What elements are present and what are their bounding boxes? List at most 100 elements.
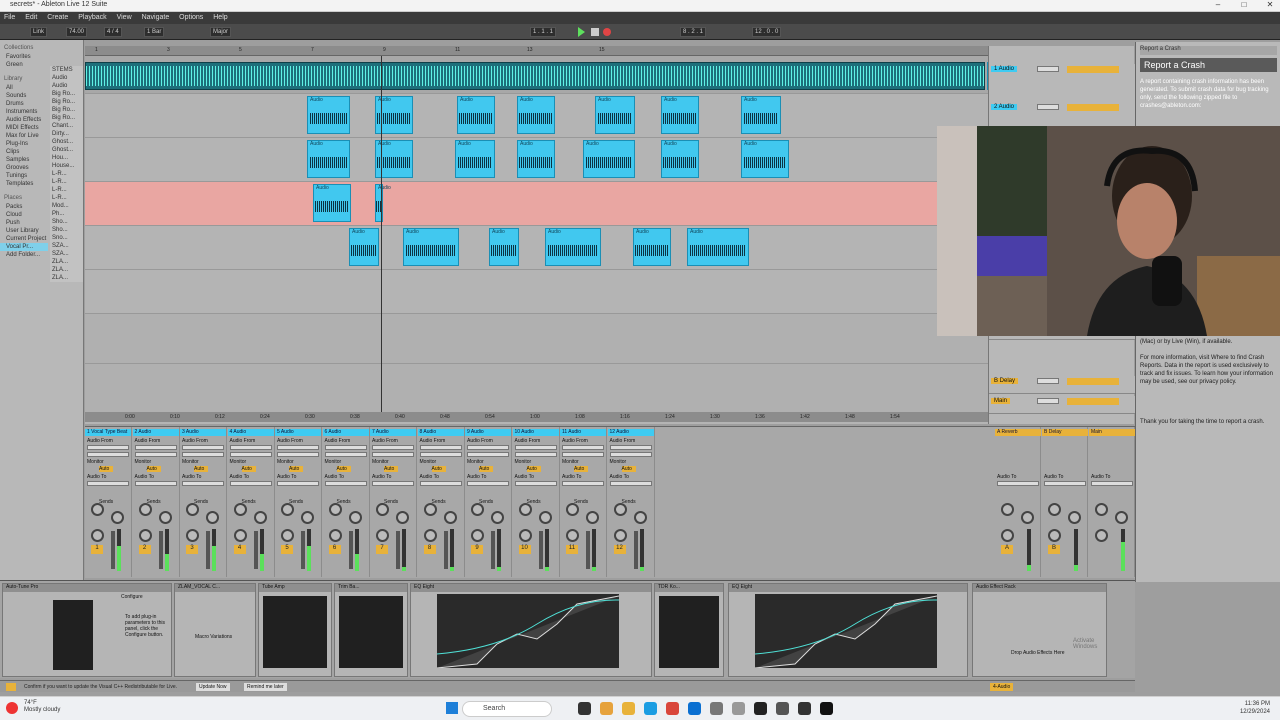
monitor-auto-button[interactable]: Auto [479,466,493,472]
channel-name[interactable]: 11 Audio [560,429,606,436]
track-name[interactable]: 2 Audio [991,104,1018,110]
volume-fader[interactable] [396,531,400,569]
pan-knob[interactable] [328,529,342,542]
send-a-knob[interactable] [471,503,484,516]
ableton-icon[interactable] [820,702,833,715]
audio-to-select[interactable] [229,481,272,486]
close-icon[interactable]: ✕ [1262,0,1278,9]
channel-name[interactable]: 6 Audio [322,429,369,436]
audio-channel-select[interactable] [467,452,509,457]
browser-content-item[interactable]: SZA... [50,242,83,250]
audio-clip[interactable]: Audio [489,228,519,266]
pan-knob[interactable] [138,529,152,542]
monitor-auto-button[interactable]: Auto [621,466,636,472]
send-a-knob[interactable] [1095,503,1108,516]
channel-name[interactable]: 8 Audio [417,429,464,436]
app2-icon[interactable] [776,702,789,715]
time-signature[interactable]: 4 / 4 [104,27,122,37]
audio-channel-select[interactable] [229,452,272,457]
browser-content-item[interactable]: Big Ro... [50,114,83,122]
volume-fader[interactable] [538,531,543,569]
device[interactable]: EQ Eight [728,583,968,677]
device[interactable]: Trim Ba... [334,583,408,677]
audio-channel-select[interactable] [514,452,557,457]
loop-length[interactable]: 12 . 0 . 0 [752,27,782,37]
record-icon[interactable] [603,28,611,36]
quantize-menu[interactable]: 1 Bar [144,27,165,37]
pan-knob[interactable] [281,529,294,542]
audio-to-select[interactable] [324,481,367,486]
scale-menu[interactable]: Major [210,27,232,37]
send-b-knob[interactable] [538,511,552,524]
audio-from-select[interactable] [514,445,557,450]
audio-clip[interactable]: Audio [545,228,601,266]
send-a-knob[interactable] [91,503,104,516]
track-header[interactable]: Main [989,396,1135,414]
browser-content-item[interactable]: L-R... [50,186,83,194]
device[interactable]: Audio Effect Rack Drop Audio Effects Here… [972,583,1107,677]
browser-content-item[interactable]: ZLA... [50,274,83,282]
audio-channel-select[interactable] [419,452,462,457]
track-input-chooser[interactable] [1037,398,1059,404]
audio-to-select[interactable] [1091,481,1133,486]
track-activator[interactable]: 8 [423,545,436,554]
audio-to-select[interactable] [514,481,557,486]
device[interactable]: EQ Eight [410,583,652,677]
obs-icon[interactable] [754,702,767,715]
send-b-knob[interactable] [443,511,457,524]
pan-knob[interactable] [471,529,484,542]
settings-icon[interactable] [710,702,723,715]
return-activator[interactable]: A [1001,545,1013,554]
browser-content-item[interactable]: Big Ro... [50,106,83,114]
track-activator[interactable]: 2 [138,545,151,554]
audio-to-select[interactable] [419,481,462,486]
channel-name[interactable]: 4 Audio [227,429,274,436]
track-lane[interactable] [85,226,990,270]
device-name[interactable]: TDR Ko... [655,584,723,592]
volume-fader[interactable] [491,531,495,569]
browser-item-user-library[interactable]: User Library [0,227,48,235]
browser-item-push[interactable]: Push [0,219,48,227]
browser-item-drums[interactable]: Drums [0,100,48,108]
monitor-auto-button[interactable]: Auto [431,466,446,472]
chrome-icon[interactable] [666,702,679,715]
send-a-knob[interactable] [376,503,389,516]
monitor-auto-button[interactable]: Auto [146,466,161,472]
send-b-knob[interactable] [348,511,362,524]
audio-channel-select[interactable] [87,452,129,457]
send-a-knob[interactable] [613,503,627,516]
browser-content-item[interactable]: Dirty... [50,130,83,138]
link-button[interactable]: Link [30,27,48,37]
send-a-knob[interactable] [328,503,342,516]
track-activator[interactable]: 6 [328,545,341,554]
browser-content-item[interactable]: Ph... [50,210,83,218]
return-name[interactable]: A Reverb [995,429,1041,436]
monitor-auto-button[interactable]: Auto [336,466,351,472]
send-a-knob[interactable] [1001,503,1014,516]
audio-to-select[interactable] [372,481,414,486]
audio-channel-select[interactable] [609,452,652,457]
audio-channel-select[interactable] [182,452,224,457]
track-input-chooser[interactable] [1037,378,1059,384]
track-input-chooser[interactable] [1037,66,1059,72]
track-activator[interactable]: 11 [566,545,578,554]
device-name[interactable]: Auto-Tune Pro [3,584,171,592]
browser-item-vocal-pr[interactable]: Vocal Pr... [0,243,48,251]
return-name[interactable]: B Delay [1042,429,1088,436]
monitor-auto-button[interactable]: Auto [99,466,113,472]
pan-knob[interactable] [1001,529,1014,542]
browser-content-item[interactable]: L-R... [50,170,83,178]
browser-item-add-folder[interactable]: Add Folder... [0,251,48,259]
browser-item-plugins[interactable]: Plug-Ins [0,140,48,148]
audio-to-select[interactable] [609,481,652,486]
channel-name[interactable]: 7 Audio [370,429,416,436]
menu-view[interactable]: View [113,12,136,21]
browser-item-instruments[interactable]: Instruments [0,108,48,116]
track-activator[interactable]: 7 [376,545,388,554]
crash-text-more-info[interactable]: For more information, visit Where to fin… [1140,354,1277,386]
channel-name[interactable]: 1 Vocal Type Beat [85,429,131,436]
volume-fader[interactable] [348,531,353,569]
browser-item-grooves[interactable]: Grooves [0,164,48,172]
volume-fader[interactable] [158,531,163,569]
browser-content-item[interactable]: House... [50,162,83,170]
